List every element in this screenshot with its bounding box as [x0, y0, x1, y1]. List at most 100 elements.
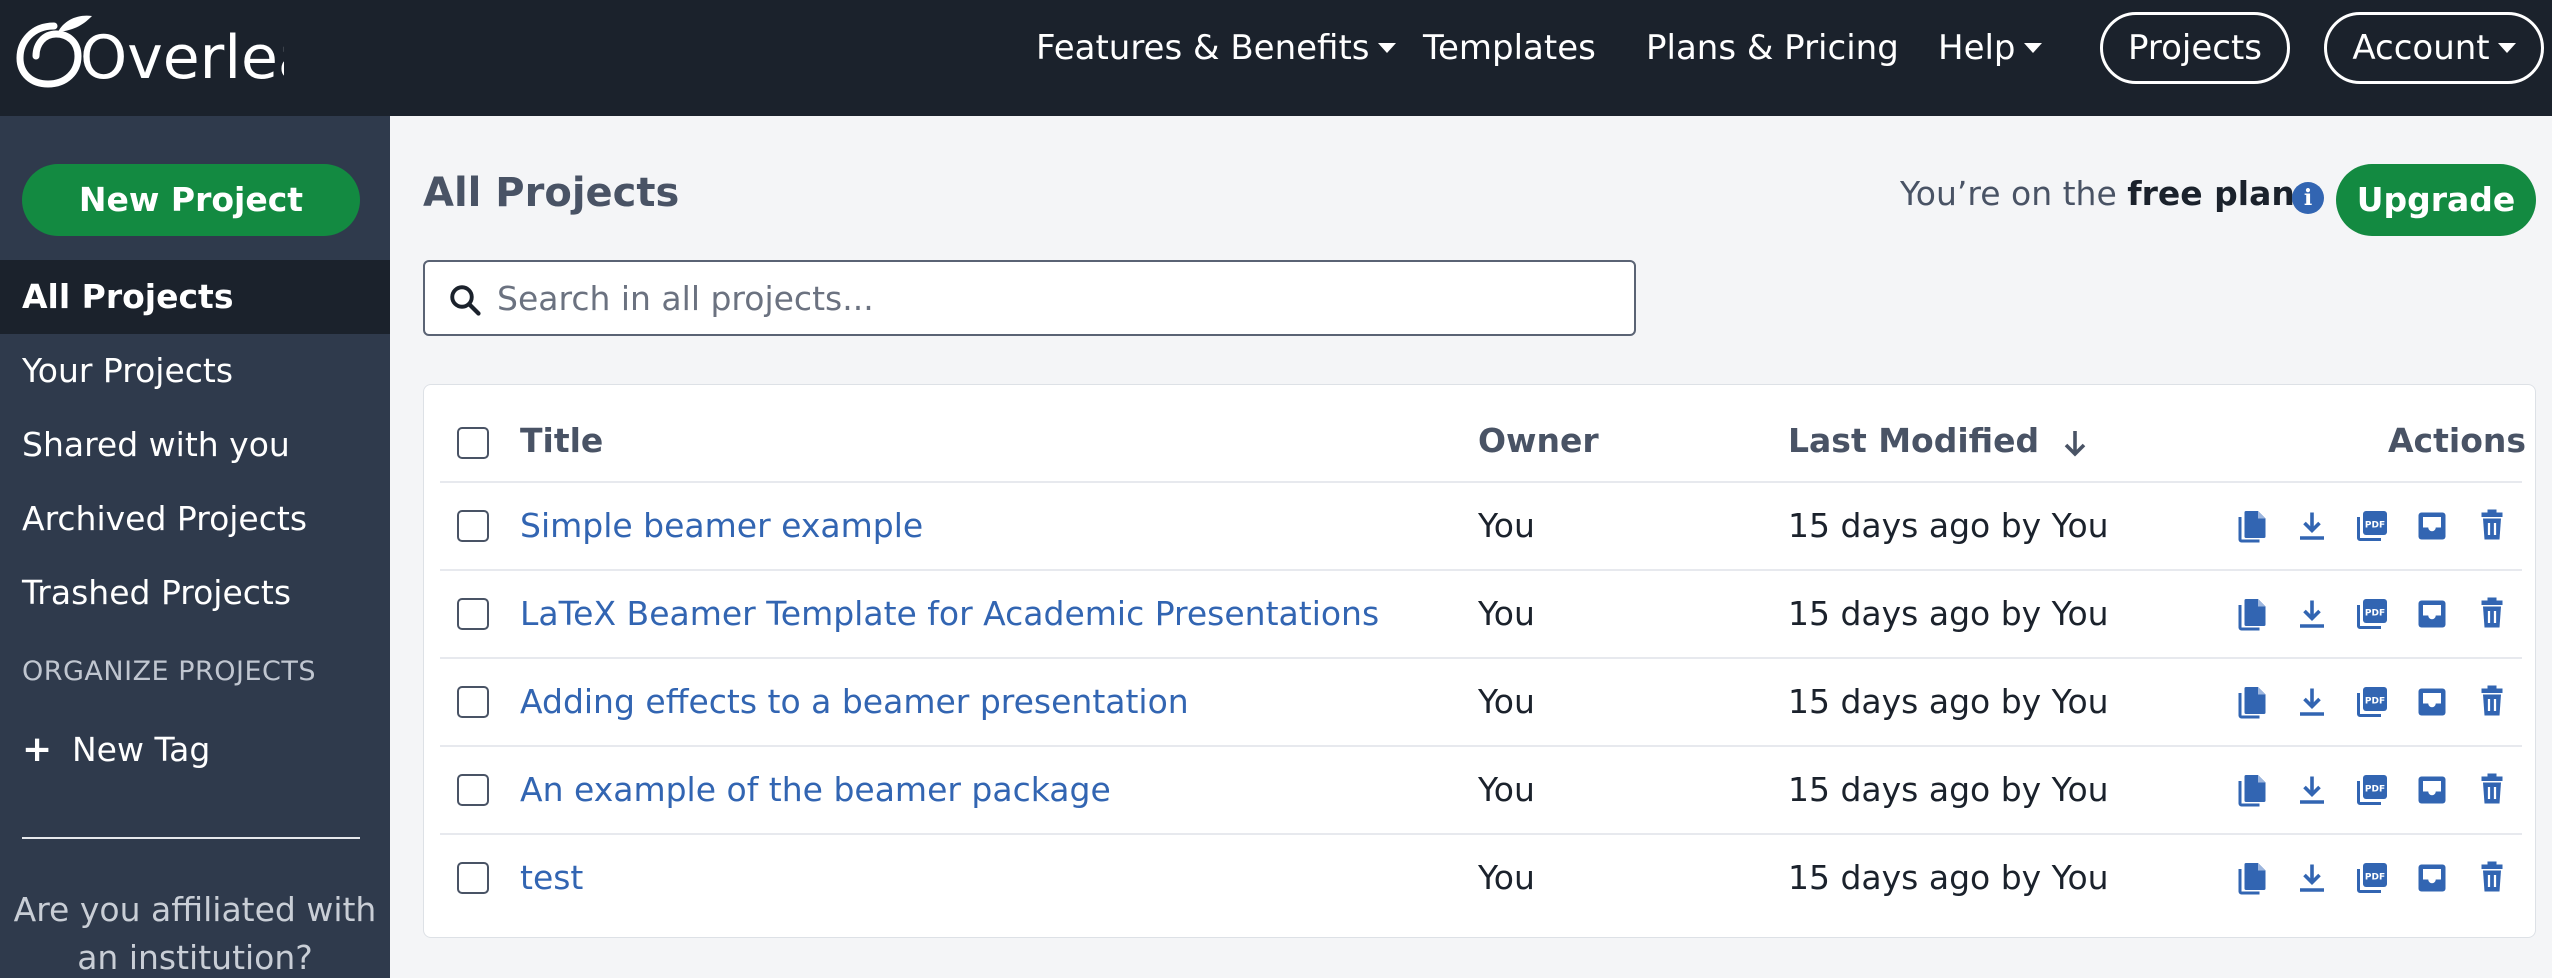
search-input[interactable]	[497, 264, 1617, 332]
column-header-actions: Actions	[2388, 421, 2526, 460]
download-source-button[interactable]	[2294, 507, 2330, 545]
archive-icon	[2418, 688, 2446, 716]
copy-button[interactable]	[2234, 859, 2270, 897]
copy-icon	[2238, 687, 2266, 719]
trash-button[interactable]	[2474, 683, 2510, 721]
copy-button[interactable]	[2234, 771, 2270, 809]
table-row: test You 15 days ago by You PDF	[440, 833, 2522, 921]
nav-projects-button[interactable]: Projects	[2100, 12, 2290, 84]
trash-icon	[2481, 509, 2503, 540]
project-title-link[interactable]: An example of the beamer package	[520, 747, 1111, 833]
chevron-down-icon	[1377, 42, 1396, 53]
affiliation-line-1: Are you affiliated with	[13, 890, 377, 929]
nav-help-label: Help	[1938, 28, 2016, 68]
row-checkbox[interactable]	[457, 686, 489, 718]
sidebar-item-all-projects[interactable]: All Projects	[0, 260, 390, 334]
pdf-download-icon: PDF	[2357, 687, 2387, 717]
search-box	[423, 260, 1636, 336]
download-pdf-button[interactable]: PDF	[2354, 595, 2390, 633]
table-row: Simple beamer example You 15 days ago by…	[440, 481, 2522, 569]
download-icon	[2300, 776, 2324, 804]
overleaf-logo-icon: Overleaf	[16, 15, 338, 93]
search-icon	[450, 285, 481, 316]
copy-button[interactable]	[2234, 595, 2270, 633]
project-last-modified: 15 days ago by You	[1788, 682, 2109, 721]
row-checkbox[interactable]	[457, 862, 489, 894]
copy-icon	[2238, 863, 2266, 895]
column-header-last-modified[interactable]: Last Modified	[1788, 421, 2087, 460]
overleaf-logo[interactable]: Overleaf	[14, 12, 338, 93]
nav-templates[interactable]: Templates	[1423, 0, 1596, 96]
pdf-download-icon: PDF	[2357, 599, 2387, 629]
trash-button[interactable]	[2474, 595, 2510, 633]
sidebar-item-archived[interactable]: Archived Projects	[0, 482, 390, 556]
nav-account-label: Account	[2352, 28, 2490, 68]
download-icon	[2300, 864, 2324, 892]
row-checkbox[interactable]	[457, 510, 489, 542]
sidebar-divider	[22, 837, 360, 839]
archive-button[interactable]	[2414, 683, 2450, 721]
nav-features-label: Features & Benefits	[1036, 28, 1370, 68]
row-checkbox[interactable]	[457, 774, 489, 806]
trash-icon	[2481, 685, 2503, 716]
nav-account-button[interactable]: Account	[2324, 12, 2544, 84]
column-header-title[interactable]: Title	[520, 421, 603, 460]
download-source-button[interactable]	[2294, 859, 2330, 897]
archive-button[interactable]	[2414, 507, 2450, 545]
sidebar-item-your-projects[interactable]: Your Projects	[0, 334, 390, 408]
project-title-link[interactable]: test	[520, 835, 583, 921]
download-pdf-button[interactable]: PDF	[2354, 507, 2390, 545]
download-pdf-button[interactable]: PDF	[2354, 683, 2390, 721]
archive-button[interactable]	[2414, 771, 2450, 809]
trash-button[interactable]	[2474, 771, 2510, 809]
new-project-button[interactable]: New Project	[22, 164, 360, 236]
copy-icon	[2238, 599, 2266, 631]
archive-button[interactable]	[2414, 595, 2450, 633]
info-icon[interactable]: i	[2292, 182, 2324, 214]
select-all-checkbox[interactable]	[457, 427, 489, 459]
table-row: Adding effects to a beamer presentation …	[440, 657, 2522, 745]
project-owner: You	[1478, 506, 1535, 545]
trash-icon	[2481, 773, 2503, 804]
download-source-button[interactable]	[2294, 771, 2330, 809]
plus-icon: +	[22, 729, 53, 770]
download-source-button[interactable]	[2294, 683, 2330, 721]
sidebar-item-trashed[interactable]: Trashed Projects	[0, 556, 390, 630]
new-tag-button[interactable]: + New Tag	[22, 720, 210, 780]
nav-pricing[interactable]: Plans & Pricing	[1646, 0, 1899, 96]
project-last-modified: 15 days ago by You	[1788, 770, 2109, 809]
copy-button[interactable]	[2234, 507, 2270, 545]
svg-text:PDF: PDF	[2365, 609, 2385, 619]
download-pdf-button[interactable]: PDF	[2354, 771, 2390, 809]
copy-button[interactable]	[2234, 683, 2270, 721]
plan-name: free plan	[2127, 174, 2295, 213]
sidebar-item-shared[interactable]: Shared with you	[0, 408, 390, 482]
archive-button[interactable]	[2414, 859, 2450, 897]
project-owner: You	[1478, 858, 1535, 897]
top-navbar: Overleaf Features & Benefits Templates P…	[0, 0, 2552, 116]
row-checkbox[interactable]	[457, 598, 489, 630]
download-pdf-button[interactable]: PDF	[2354, 859, 2390, 897]
archive-icon	[2418, 864, 2446, 892]
project-title-link[interactable]: Adding effects to a beamer presentation	[520, 659, 1189, 745]
plan-status: You’re on the free plan	[1900, 174, 2295, 213]
trash-button[interactable]	[2474, 859, 2510, 897]
column-header-owner[interactable]: Owner	[1478, 421, 1599, 460]
project-title-link[interactable]: Simple beamer example	[520, 483, 923, 569]
upgrade-button[interactable]: Upgrade	[2336, 164, 2536, 236]
download-icon	[2300, 600, 2324, 628]
new-tag-label: New Tag	[72, 730, 211, 769]
nav-features[interactable]: Features & Benefits	[1036, 0, 1396, 96]
affiliation-line-2: an institution?	[77, 938, 313, 977]
trash-button[interactable]	[2474, 507, 2510, 545]
brand-wordmark: Overleaf	[80, 23, 284, 88]
project-title-link[interactable]: LaTeX Beamer Template for Academic Prese…	[520, 571, 1379, 657]
svg-text:PDF: PDF	[2365, 873, 2385, 883]
nav-help[interactable]: Help	[1938, 0, 2042, 96]
sort-arrow-down-icon	[2064, 430, 2085, 457]
archive-icon	[2418, 512, 2446, 540]
svg-text:PDF: PDF	[2365, 521, 2385, 531]
pdf-download-icon: PDF	[2357, 775, 2387, 805]
download-source-button[interactable]	[2294, 595, 2330, 633]
trash-icon	[2481, 597, 2503, 628]
